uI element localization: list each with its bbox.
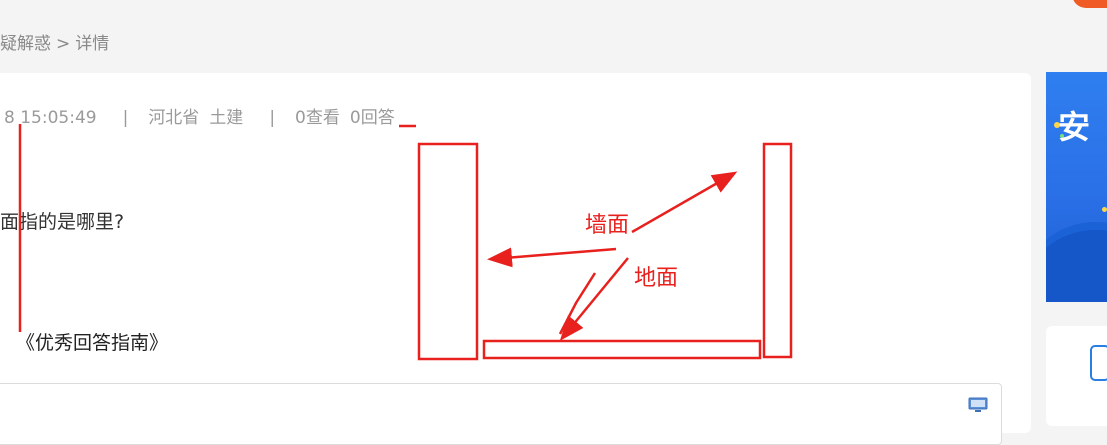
monitor-icon[interactable] bbox=[968, 397, 988, 413]
view-count: 0查看 bbox=[295, 108, 340, 128]
answer-editor[interactable] bbox=[0, 383, 1002, 445]
question-meta: 8 15:05:49 | 河北省 土建 | 0查看 0回答 bbox=[4, 103, 395, 128]
promo-banner[interactable]: 安 bbox=[1046, 72, 1107, 302]
meta-divider: | bbox=[122, 108, 129, 128]
meta-category: 土建 bbox=[209, 108, 244, 128]
meta-province: 河北省 bbox=[148, 108, 200, 128]
meta-divider-2: | bbox=[269, 108, 276, 128]
breadcrumb-separator: > bbox=[56, 34, 71, 54]
question-text: 面指的是哪里? bbox=[0, 211, 125, 233]
breadcrumb: 疑解惑 > 详情 bbox=[0, 29, 109, 54]
banner-dot bbox=[1102, 207, 1107, 212]
answer-guide-link[interactable]: 《优秀回答指南》 bbox=[16, 328, 168, 355]
breadcrumb-parent-link[interactable]: 疑解惑 bbox=[0, 34, 51, 54]
breadcrumb-current: 详情 bbox=[75, 34, 110, 54]
answer-count: 0回答 bbox=[349, 108, 395, 128]
post-datetime: 8 15:05:49 bbox=[4, 108, 97, 128]
corner-logo bbox=[1072, 0, 1107, 8]
banner-wave bbox=[1046, 230, 1107, 302]
phone-icon[interactable] bbox=[1090, 345, 1107, 381]
banner-title: 安 bbox=[1058, 108, 1091, 146]
